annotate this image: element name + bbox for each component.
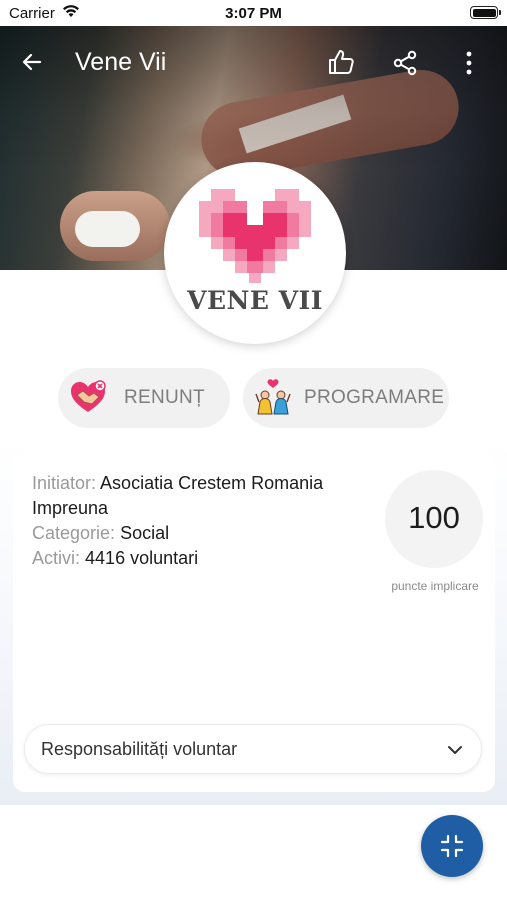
collapse-fab-button[interactable] (421, 815, 483, 877)
thumbs-up-icon[interactable] (327, 48, 355, 76)
battery-icon (470, 6, 501, 19)
status-bar: Carrier 3:07 PM (0, 0, 507, 26)
activi-value: 4416 voluntari (85, 548, 199, 568)
page-title: Vene Vii (75, 48, 167, 76)
logo-text: VENE VII (187, 286, 323, 315)
people-heart-icon (255, 379, 291, 415)
app-bar: Vene Vii (0, 26, 507, 98)
responsabilitati-dropdown[interactable]: Responsabilități voluntar (24, 724, 482, 774)
status-time: 3:07 PM (225, 5, 282, 22)
chevron-down-icon (448, 746, 462, 754)
renunt-button[interactable]: RENUNȚ (58, 368, 230, 428)
info-details: Initiator: Asociatia Crestem Romania Imp… (32, 471, 362, 571)
points-value: 100 (408, 500, 460, 535)
renunt-label: RENUNȚ (124, 387, 205, 408)
initiator-key: Initiator: (32, 473, 97, 493)
collapse-icon (440, 834, 464, 858)
programare-button[interactable]: PROGRAMARE (243, 368, 449, 428)
categorie-value: Social (120, 523, 170, 543)
activi-key: Activi: (32, 548, 81, 568)
organization-logo: VENE VII (164, 162, 346, 344)
activi-row: Activi: 4416 voluntari (32, 546, 362, 571)
programare-label: PROGRAMARE (304, 387, 445, 408)
arrow-back-icon[interactable] (20, 50, 44, 74)
heart-handshake-icon (71, 380, 106, 412)
initiator-row: Initiator: Asociatia Crestem Romania Imp… (32, 471, 362, 521)
share-icon[interactable] (392, 50, 418, 76)
more-vertical-icon[interactable] (459, 50, 479, 76)
categorie-key: Categorie: (32, 523, 116, 543)
categorie-row: Categorie: Social (32, 521, 362, 546)
points-badge: 100 (385, 470, 483, 568)
points-label: puncte implicare (391, 579, 479, 593)
pixel-heart-icon (199, 189, 311, 283)
dropdown-label: Responsabilități voluntar (41, 739, 238, 759)
